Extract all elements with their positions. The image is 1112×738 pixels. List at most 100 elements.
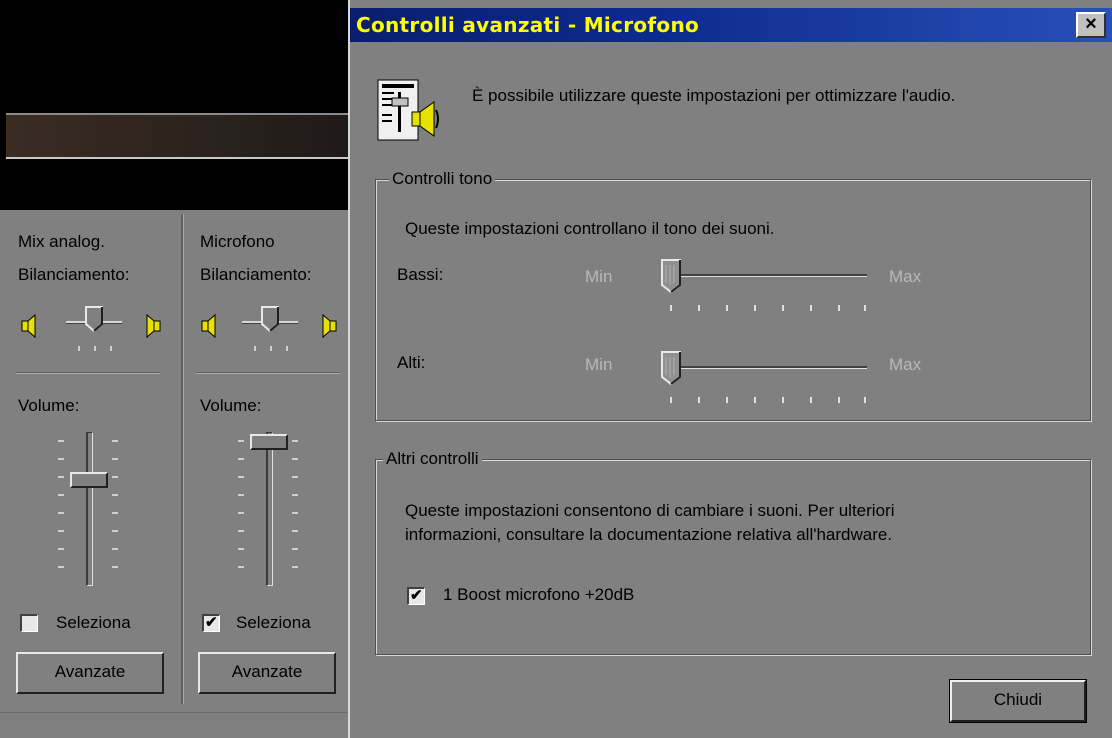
tick bbox=[292, 566, 298, 568]
tick bbox=[238, 494, 244, 496]
divider bbox=[0, 712, 348, 713]
select-checkbox-mix-analog[interactable] bbox=[20, 614, 38, 632]
treble-label: Alti: bbox=[397, 353, 426, 372]
tone-description: Queste impostazioni controllano il tono … bbox=[405, 219, 775, 238]
tick bbox=[58, 512, 64, 514]
tick bbox=[112, 512, 118, 514]
tick bbox=[112, 476, 118, 478]
tick bbox=[238, 548, 244, 550]
tick bbox=[292, 440, 298, 442]
tick bbox=[670, 305, 672, 311]
tick bbox=[58, 440, 64, 442]
bass-max-label: Max bbox=[889, 267, 922, 286]
tick bbox=[58, 458, 64, 460]
checkmark-icon: ✔ bbox=[205, 614, 218, 631]
advanced-controls-dialog: Controlli avanzati - Microfono × È possi… bbox=[348, 0, 1112, 738]
tick bbox=[238, 476, 244, 478]
tick bbox=[838, 305, 840, 311]
bass-slider-track[interactable] bbox=[661, 274, 867, 277]
balance-thumb[interactable] bbox=[261, 306, 279, 332]
tick bbox=[78, 346, 80, 351]
tone-controls-group: Controlli tono Queste impostazioni contr… bbox=[375, 169, 1092, 422]
tick bbox=[754, 305, 756, 311]
select-label: Seleziona bbox=[56, 613, 131, 632]
tick bbox=[110, 346, 112, 351]
tick bbox=[238, 440, 244, 442]
tick bbox=[58, 566, 64, 568]
tick bbox=[726, 305, 728, 311]
bass-min-label: Min bbox=[585, 267, 613, 286]
tick bbox=[670, 397, 672, 403]
volume-track[interactable] bbox=[86, 432, 93, 586]
volume-thumb[interactable] bbox=[250, 434, 288, 450]
volume-track[interactable] bbox=[266, 432, 273, 586]
advanced-button-mix-analog[interactable]: Avanzate bbox=[16, 652, 164, 694]
close-button[interactable]: × bbox=[1076, 12, 1106, 38]
column-title-microfono: Microfono bbox=[200, 232, 275, 251]
tick bbox=[270, 346, 272, 351]
volume-label: Volume: bbox=[18, 396, 80, 415]
bass-label: Bassi: bbox=[397, 265, 444, 284]
treble-slider-track[interactable] bbox=[661, 366, 867, 369]
speaker-left-icon bbox=[201, 313, 216, 339]
select-label: Seleziona bbox=[236, 613, 311, 632]
tick bbox=[112, 566, 118, 568]
balance-label: Bilanciamento: bbox=[200, 265, 312, 284]
tick bbox=[238, 530, 244, 532]
tick bbox=[782, 305, 784, 311]
boost-microphone-checkbox[interactable]: ✔ bbox=[407, 587, 425, 605]
select-checkbox-microfono[interactable]: ✔ bbox=[202, 614, 220, 632]
speaker-right-icon bbox=[146, 313, 161, 339]
intro-text: È possibile utilizzare queste impostazio… bbox=[472, 86, 956, 105]
balance-thumb[interactable] bbox=[85, 306, 103, 332]
mixer-top-panel bbox=[0, 0, 348, 210]
tick bbox=[698, 305, 700, 311]
divider bbox=[6, 157, 348, 159]
dialog-title: Controlli avanzati - Microfono bbox=[356, 13, 700, 37]
tick bbox=[112, 494, 118, 496]
separator bbox=[196, 372, 340, 374]
tick bbox=[238, 458, 244, 460]
balance-label: Bilanciamento: bbox=[18, 265, 130, 284]
checkmark-icon: ✔ bbox=[410, 587, 423, 604]
speaker-left-icon bbox=[21, 313, 36, 339]
bass-slider-thumb[interactable] bbox=[661, 259, 681, 293]
tick bbox=[58, 530, 64, 532]
speaker-right-icon bbox=[322, 313, 337, 339]
tick bbox=[112, 548, 118, 550]
other-description-line2: informazioni, consultare la documentazio… bbox=[405, 525, 893, 544]
tick bbox=[112, 458, 118, 460]
tick bbox=[292, 458, 298, 460]
treble-min-label: Min bbox=[585, 355, 613, 374]
tick bbox=[782, 397, 784, 403]
audio-settings-icon bbox=[377, 79, 439, 141]
tick bbox=[112, 440, 118, 442]
tick bbox=[254, 346, 256, 351]
volume-label: Volume: bbox=[200, 396, 262, 415]
tick bbox=[292, 476, 298, 478]
tick bbox=[754, 397, 756, 403]
tick bbox=[726, 397, 728, 403]
other-group-title: Altri controlli bbox=[383, 449, 482, 469]
tick bbox=[58, 494, 64, 496]
tone-group-title: Controlli tono bbox=[389, 169, 496, 189]
tick bbox=[292, 494, 298, 496]
close-dialog-button[interactable]: Chiudi bbox=[949, 679, 1087, 723]
mixer-decorative-band bbox=[6, 115, 348, 157]
volume-thumb[interactable] bbox=[70, 472, 108, 488]
tick bbox=[292, 530, 298, 532]
close-icon: × bbox=[1085, 13, 1097, 35]
column-divider bbox=[181, 214, 184, 704]
tick bbox=[94, 346, 96, 351]
tick bbox=[286, 346, 288, 351]
tick bbox=[864, 305, 866, 311]
advanced-button-microfono[interactable]: Avanzate bbox=[198, 652, 336, 694]
tick bbox=[112, 530, 118, 532]
title-bar[interactable]: Controlli avanzati - Microfono × bbox=[350, 8, 1112, 42]
volume-mixer-window: Mix analog. Bilanciamento: Volume: Selez… bbox=[0, 0, 348, 738]
treble-slider-thumb[interactable] bbox=[661, 351, 681, 385]
other-description-line1: Queste impostazioni consentono di cambia… bbox=[405, 501, 895, 520]
tick bbox=[698, 397, 700, 403]
tick bbox=[58, 548, 64, 550]
tick bbox=[238, 512, 244, 514]
